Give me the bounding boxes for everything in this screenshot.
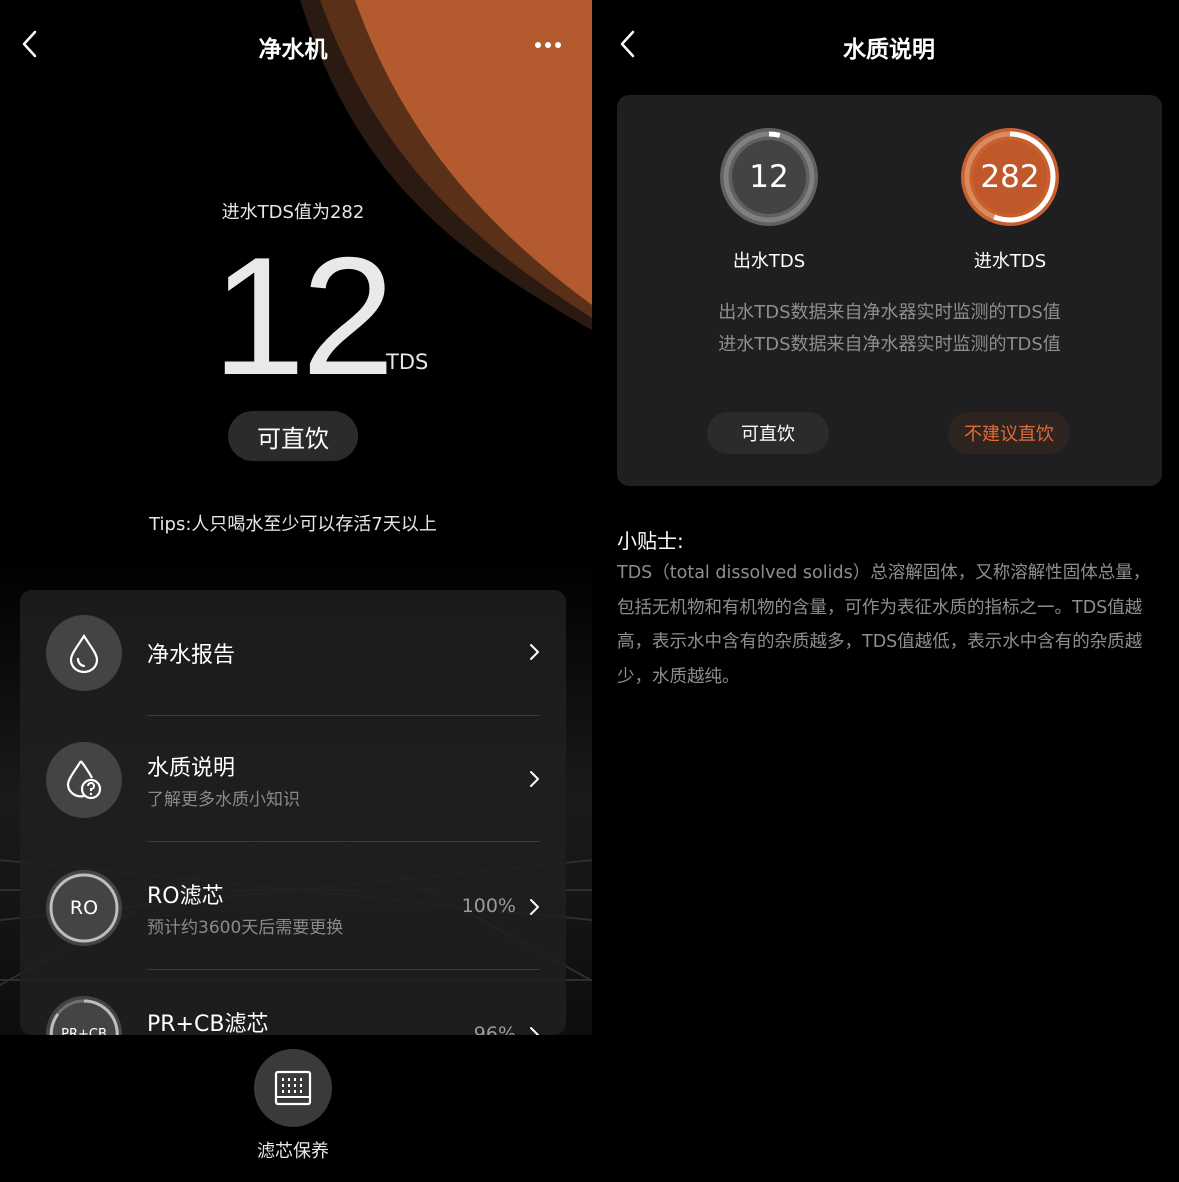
dot-icon [545,42,551,48]
water-drop-icon [46,615,122,691]
outlet-tds-gauge: 12 [717,125,821,229]
inlet-tds-caption: 进水TDS值为282 [221,202,365,223]
tds-info-card: 12 出水TDS 282 进水TDS 出水TDS数据来自净水器实时监测的TDS值… [617,95,1162,486]
chevron-right-icon [530,1027,539,1035]
bottom-action-bar: 滤芯保养 [0,1035,592,1182]
dot-icon [555,42,561,48]
not-recommended-pill[interactable]: 不建议直饮 [948,412,1070,454]
prcb-badge-text: PR+CB [61,1026,107,1036]
tips-heading: 小贴士: [617,529,684,553]
menu-item-ro-filter[interactable]: RO RO滤芯 预计约3600天后需要更换 100% [20,842,566,970]
water-quality-screen: 水质说明 12 出水TDS 282 进水TDS 出水TDS数据来自净水器实时监测 [592,0,1179,1182]
chevron-right-icon [530,899,539,915]
tds-unit-label: TDS [386,350,429,374]
menu-item-title: 净水报告 [147,643,236,668]
drinkable-status-pill[interactable]: 可直饮 [228,411,358,461]
ro-badge-text: RO [69,897,99,919]
purifier-screen: 净水机 进水TDS值为282 12 TDS 可直饮 Tips:人只喝水至少可以存… [0,0,592,1182]
page-title: 净水机 [258,37,328,63]
filter-maintenance-label: 滤芯保养 [257,1141,329,1162]
ro-filter-badge: RO [46,870,122,946]
description-line: 进水TDS数据来自净水器实时监测的TDS值 [718,334,1061,355]
inlet-tds-gauge: 282 [958,125,1062,229]
menu-item-title: PR+CB滤芯 [147,1012,269,1035]
water-drop-question-icon [46,742,122,818]
filter-percent: 96% [473,1023,516,1035]
filter-maintenance-button[interactable] [254,1049,332,1127]
filter-cartridge-icon [274,1070,312,1106]
prcb-filter-badge: PR+CB [46,996,122,1035]
tips-text: Tips:人只喝水至少可以存活7天以上 [149,514,437,535]
dot-icon [535,42,541,48]
page-title: 水质说明 [843,37,935,63]
filter-percent: 100% [461,895,516,917]
inlet-tds-label: 进水TDS [973,251,1047,272]
tips-body: TDS（total dissolved solids）总溶解固体，又称溶解性固体… [617,563,1151,687]
menu-card: 净水报告 水质说明 了解更多水质小知识 RO RO滤芯 预计约3600天后需要更… [20,590,566,1035]
outlet-tds-value: 12 [212,222,395,410]
description-line: 出水TDS数据来自净水器实时监测的TDS值 [718,302,1061,323]
outlet-tds-value: 12 [749,159,789,195]
menu-item-subtitle: 预计约3600天后需要更换 [147,918,344,938]
menu-item-title: RO滤芯 [147,884,224,909]
outlet-tds-label: 出水TDS [732,251,806,272]
menu-item-prcb-filter[interactable]: PR+CB PR+CB滤芯 96% [20,970,566,1035]
chevron-right-icon [530,771,539,787]
drinkable-pill[interactable]: 可直饮 [707,412,829,454]
menu-item-subtitle: 了解更多水质小知识 [147,790,300,810]
menu-item-water-quality[interactable]: 水质说明 了解更多水质小知识 [20,716,566,842]
menu-item-water-report[interactable]: 净水报告 [20,590,566,716]
menu-item-title: 水质说明 [147,756,236,781]
chevron-right-icon [530,644,539,660]
more-options-button[interactable] [528,30,568,60]
inlet-tds-value: 282 [980,159,1040,195]
